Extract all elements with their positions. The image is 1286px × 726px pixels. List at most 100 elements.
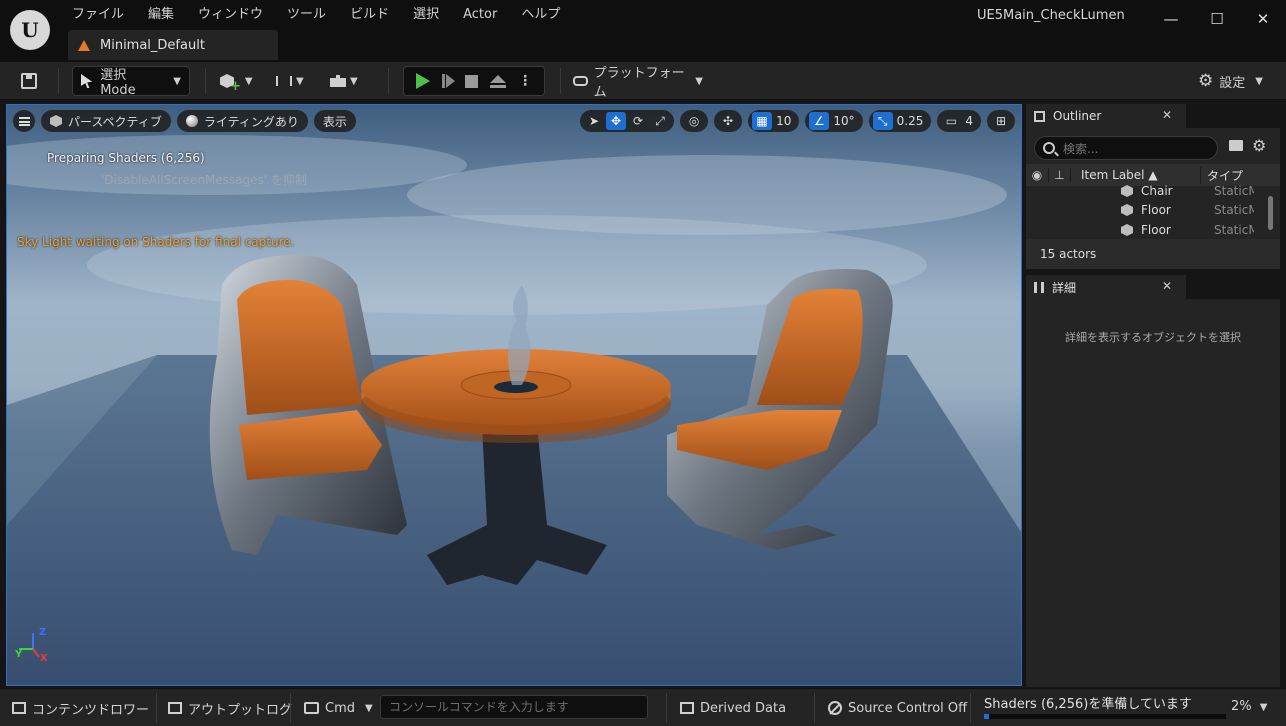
outliner-scrollbar[interactable] <box>1268 196 1273 230</box>
column-type[interactable]: タイプ <box>1200 166 1243 184</box>
rotation-snap-value[interactable]: 10° <box>831 114 858 128</box>
item-name: Floor <box>1141 203 1171 217</box>
axis-z-label: Z <box>39 627 47 638</box>
scale-icon[interactable]: ⤢ <box>650 112 670 130</box>
play-icon[interactable] <box>415 73 430 89</box>
camera-icon[interactable]: ▭ <box>941 112 961 130</box>
content-drawer-label: コンテンツドロワー <box>32 702 150 718</box>
camera-speed-value[interactable]: 4 <box>963 114 977 128</box>
grid-icon[interactable]: ▦ <box>752 112 773 130</box>
surface-snap: ✣ <box>714 110 743 132</box>
perspective-button[interactable]: パースペクティブ <box>41 110 171 132</box>
close-icon[interactable]: ✕ <box>1162 108 1172 122</box>
grid-snap-value[interactable]: 10 <box>774 114 795 128</box>
menu-file[interactable]: ファイル <box>60 4 136 26</box>
close-icon[interactable]: ✕ <box>1162 279 1172 293</box>
list-item[interactable]: Floor StaticMe <box>1026 200 1266 220</box>
chevron-down-icon: ▼ <box>296 75 304 87</box>
camera-speed[interactable]: ▭ 4 <box>937 110 981 132</box>
viewport-menu-button[interactable] <box>13 110 35 132</box>
pin-icon[interactable]: ⊥ <box>1048 168 1070 182</box>
details-panel: 詳細を表示するオブジェクトを選択 <box>1026 299 1280 687</box>
shader-progress-percent[interactable]: 2% ▼ <box>1231 699 1267 714</box>
lighting-button[interactable]: ライティングあり <box>176 110 308 132</box>
globe-icon[interactable]: ◎ <box>684 112 704 130</box>
derived-data-icon <box>680 702 694 714</box>
stop-icon[interactable] <box>465 74 479 88</box>
cmd-dropdown[interactable]: Cmd ▼ <box>304 695 373 721</box>
output-log-icon <box>168 702 182 714</box>
show-button[interactable]: 表示 <box>313 110 356 132</box>
level-tab[interactable]: Minimal_Default <box>68 30 278 60</box>
move-icon[interactable]: ✥ <box>606 112 627 130</box>
menu-help[interactable]: ヘルプ <box>509 4 572 26</box>
details-empty-message: 詳細を表示するオブジェクトを選択 <box>1065 331 1241 344</box>
select-arrow-icon[interactable]: ➤ <box>584 112 604 130</box>
menu-window[interactable]: ウィンドウ <box>186 4 275 26</box>
add-folder-icon[interactable] <box>1229 140 1243 151</box>
console-command-input[interactable]: コンソールコマンドを入力します <box>380 695 648 719</box>
gear-icon[interactable]: ⚙ <box>1252 136 1266 155</box>
rotate-icon[interactable]: ⟳ <box>628 112 648 130</box>
maximize-button[interactable]: ☐ <box>1194 0 1240 38</box>
layout-button[interactable]: ⊞ <box>987 110 1015 132</box>
scale-snap-value[interactable]: 0.25 <box>895 114 928 128</box>
blueprint-icon <box>276 76 292 86</box>
outliner-icon <box>1034 110 1045 122</box>
derived-data-button[interactable]: Derived Data <box>680 695 786 721</box>
source-control-button[interactable]: Source Control Off <box>828 695 967 721</box>
shader-progress-bar <box>984 714 1226 719</box>
output-log-button[interactable]: アウトプットログ <box>168 695 292 721</box>
outliner-tab[interactable]: Outliner ✕ <box>1026 104 1186 128</box>
visibility-eye-icon[interactable]: ◉ <box>1026 168 1048 182</box>
status-divider <box>666 693 667 723</box>
chevron-down-icon: ▼ <box>365 702 373 714</box>
list-item[interactable]: Floor StaticMe <box>1026 220 1266 240</box>
add-actor-button[interactable]: + ▼ <box>220 66 260 96</box>
static-mesh-icon <box>1121 224 1133 236</box>
axis-gizmo: Z Y X <box>13 627 53 667</box>
chevron-down-icon: ▼ <box>173 75 181 87</box>
scale-snap[interactable]: ⤡ 0.25 <box>868 110 932 132</box>
more-options-icon[interactable]: ⋮ <box>518 73 532 89</box>
minimize-button[interactable]: — <box>1148 0 1194 38</box>
unreal-logo-icon[interactable]: U <box>10 10 50 50</box>
settings-dropdown[interactable]: ⚙ 設定 ▼ <box>1198 66 1268 96</box>
surface-snap-icon[interactable]: ✣ <box>718 112 738 130</box>
angle-icon[interactable]: ∠ <box>809 112 830 130</box>
grid-snap[interactable]: ▦ 10 <box>748 110 800 132</box>
mode-dropdown[interactable]: 選択 Mode ▼ <box>72 66 190 98</box>
source-control-label: Source Control Off <box>848 700 968 716</box>
menu-actor[interactable]: Actor <box>451 4 509 26</box>
derived-data-label: Derived Data <box>700 700 787 716</box>
source-control-off-icon <box>828 701 842 715</box>
close-button[interactable]: ✕ <box>1240 0 1286 38</box>
outliner-tab-label: Outliner <box>1053 109 1102 123</box>
menu-select[interactable]: 選択 <box>401 4 451 26</box>
column-item-label[interactable]: Item Label ▲ <box>1070 168 1200 182</box>
list-item[interactable]: Chair StaticMe <box>1026 184 1266 198</box>
cinematics-button[interactable]: ▼ <box>330 66 370 96</box>
details-tab[interactable]: 詳細 ✕ <box>1026 275 1186 299</box>
status-divider <box>814 693 815 723</box>
item-type: StaticMe <box>1214 203 1254 217</box>
select-mode-icon <box>81 74 93 88</box>
scale-snap-icon[interactable]: ⤡ <box>872 112 893 130</box>
layout-grid-icon[interactable]: ⊞ <box>991 112 1011 130</box>
menu-edit[interactable]: 編集 <box>136 4 186 26</box>
outliner-search-input[interactable]: 検索... <box>1034 136 1218 160</box>
coordinate-space: ◎ <box>680 110 709 132</box>
status-divider <box>156 693 157 723</box>
status-divider <box>290 693 291 723</box>
level-viewport[interactable]: パースペクティブ ライティングあり 表示 ➤ ✥ ⟳ ⤢ ◎ ✣ ▦ 10 ∠ 10… <box>6 104 1022 686</box>
menu-tools[interactable]: ツール <box>275 4 338 26</box>
menu-build[interactable]: ビルド <box>338 4 401 26</box>
blueprint-button[interactable]: ▼ <box>276 66 316 96</box>
save-button[interactable] <box>14 66 44 96</box>
platforms-dropdown[interactable]: プラットフォーム ▼ <box>573 66 703 100</box>
content-drawer-button[interactable]: コンテンツドロワー <box>12 695 149 721</box>
skip-icon[interactable] <box>441 74 455 88</box>
eject-icon[interactable] <box>490 74 507 88</box>
rotation-snap[interactable]: ∠ 10° <box>805 110 863 132</box>
disable-messages-hint[interactable]: 'DisableAllScreenMessages' を抑制 <box>101 171 307 188</box>
